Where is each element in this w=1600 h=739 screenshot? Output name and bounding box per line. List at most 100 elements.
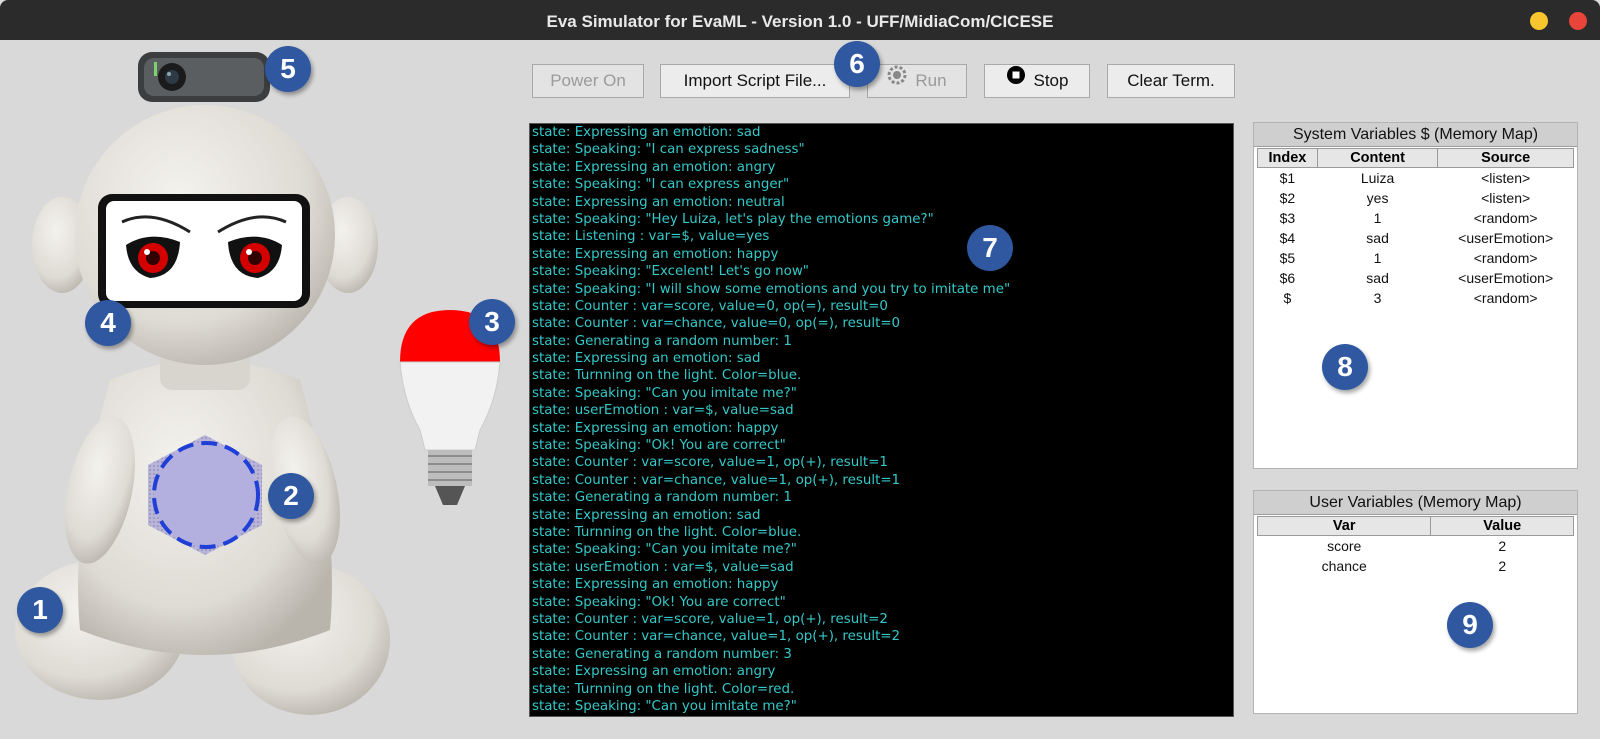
- close-button[interactable]: [1569, 12, 1587, 30]
- table-row[interactable]: score 2: [1258, 536, 1574, 557]
- table-cell: sad: [1366, 270, 1389, 286]
- system-variables-panel: System Variables $ (Memory Map) Index Con…: [1253, 122, 1578, 469]
- terminal-line: state: Generating a random number: 3: [532, 646, 792, 662]
- table-cell: <random>: [1473, 290, 1538, 306]
- terminal-line: state: Counter : var=score, value=1, op(…: [532, 611, 888, 627]
- eva-robot-illustration: [15, 105, 390, 715]
- terminal-line: state: Speaking: "Can you imitate me?": [532, 542, 797, 558]
- power-on-button[interactable]: Power On: [532, 64, 644, 98]
- badge-user-vars: 9: [1447, 602, 1493, 648]
- terminal-line: state: Expressing an emotion: angry: [532, 159, 776, 175]
- terminal-line: state: Speaking: "I will show some emoti…: [532, 281, 1011, 297]
- table-row[interactable]: $5 1 <random>: [1258, 248, 1574, 268]
- column-header[interactable]: Source: [1437, 148, 1574, 168]
- window-title: Eva Simulator for EvaML - Version 1.0 - …: [546, 12, 1054, 31]
- webcam-icon: [138, 52, 270, 102]
- terminal-line: state: Expressing an emotion: neutral: [532, 194, 785, 210]
- table-cell: yes: [1366, 190, 1389, 206]
- power-on-label: Power On: [550, 71, 626, 90]
- table-cell: $3: [1279, 210, 1296, 226]
- run-button[interactable]: Run: [867, 64, 967, 98]
- badge-system-vars: 8: [1322, 344, 1368, 390]
- minimize-button[interactable]: [1530, 12, 1548, 30]
- table-cell: 2: [1498, 558, 1507, 574]
- terminal-line: state: Counter : var=chance, value=1, op…: [532, 472, 901, 488]
- terminal-line: state: Turnning on the light. Color=red.: [532, 681, 795, 697]
- stop-button[interactable]: Stop: [984, 64, 1090, 98]
- terminal-line: state: Turnning on the light. Color=blue…: [532, 524, 802, 540]
- terminal-line: state: Counter : var=score, value=1, op(…: [532, 455, 888, 471]
- table-cell: chance: [1321, 558, 1367, 574]
- badge-robot: 1: [17, 587, 63, 633]
- terminal-line: state: Speaking: "Hey Luiza, let's play …: [532, 211, 934, 227]
- terminal-line: state: Listening : var=$, value=yes: [532, 229, 770, 245]
- table-cell: <random>: [1473, 210, 1538, 226]
- table-cell: 3: [1373, 290, 1382, 306]
- title-bar: Eva Simulator for EvaML - Version 1.0 - …: [0, 0, 1600, 40]
- column-header[interactable]: Var: [1256, 516, 1432, 536]
- table-cell: $: [1283, 290, 1292, 306]
- terminal-line: state: Speaking: "I can express anger": [532, 177, 790, 193]
- terminal-line: state: userEmotion : var=$, value=sad: [532, 403, 794, 419]
- terminal-line: state: Counter : var=score, value=0, op(…: [532, 298, 888, 314]
- badge-webcam: 5: [265, 46, 311, 92]
- terminal-line: state: Expressing an emotion: happy: [532, 577, 779, 593]
- table-cell: <userEmotion>: [1458, 230, 1554, 246]
- terminal-line: state: userEmotion : var=$, value=sad: [532, 559, 794, 575]
- user-variables-panel: User Variables (Memory Map) Var Value sco…: [1253, 490, 1578, 714]
- terminal-line: state: Speaking: "Ok! You are correct": [532, 594, 786, 610]
- import-label: Import Script File...: [683, 71, 827, 90]
- terminal-line: state: Speaking: "Can you imitate me?": [532, 698, 797, 714]
- import-script-button[interactable]: Import Script File...: [660, 64, 850, 98]
- table-cell: 2: [1498, 538, 1507, 554]
- column-header[interactable]: Content: [1316, 148, 1439, 168]
- terminal-line: state: Expressing an emotion: sad: [532, 351, 761, 367]
- badge-terminal: 7: [967, 225, 1013, 271]
- table-row[interactable]: $2 yes <listen>: [1258, 188, 1574, 208]
- badge-toolbar: 6: [834, 41, 880, 87]
- terminal-line: state: Expressing an emotion: sad: [532, 507, 761, 523]
- terminal-line: state: Expressing an emotion: angry: [532, 664, 776, 680]
- terminal-line: state: Speaking: "Can you imitate me?": [532, 385, 797, 401]
- table-cell: 1: [1373, 250, 1382, 266]
- clear-label: Clear Term.: [1127, 71, 1215, 90]
- badge-face: 4: [85, 300, 131, 346]
- system-variables-title: System Variables $ (Memory Map): [1254, 123, 1577, 147]
- run-gear-icon: [887, 64, 907, 96]
- table-cell: $1: [1279, 170, 1296, 186]
- terminal-line: state: Turnning on the light. Color=blue…: [532, 368, 802, 384]
- terminal-output[interactable]: state: Expressing an emotion: sad state: …: [529, 123, 1234, 717]
- table-row[interactable]: $1 Luiza <listen>: [1258, 168, 1574, 189]
- column-header[interactable]: Index: [1257, 148, 1318, 168]
- table-row[interactable]: $6 sad <userEmotion>: [1258, 268, 1574, 288]
- speaker-ring: [152, 441, 260, 549]
- table-row[interactable]: $4 sad <userEmotion>: [1258, 228, 1574, 248]
- table-cell: <listen>: [1481, 190, 1531, 206]
- table-row[interactable]: chance 2: [1258, 556, 1574, 576]
- table-cell: $4: [1279, 230, 1296, 246]
- system-variables-table: Index Content Source $1 Luiza <listen> $2 yes <…: [1257, 148, 1574, 308]
- table-row[interactable]: $3 1 <random>: [1258, 208, 1574, 228]
- table-row[interactable]: $3 <random>: [1258, 288, 1574, 308]
- terminal-line: state: Expressing an emotion: happy: [532, 246, 779, 262]
- run-label: Run: [915, 71, 947, 90]
- stop-label: Stop: [1033, 71, 1069, 90]
- table-cell: <random>: [1473, 250, 1538, 266]
- table-cell: <listen>: [1481, 170, 1531, 186]
- table-cell: $2: [1279, 190, 1296, 206]
- badge-bulb: 3: [469, 299, 515, 345]
- column-header[interactable]: Value: [1430, 516, 1574, 536]
- terminal-line: state: Expressing an emotion: sad: [532, 125, 761, 140]
- terminal-line: state: Expressing an emotion: happy: [532, 420, 779, 436]
- clear-terminal-button[interactable]: Clear Term.: [1107, 64, 1235, 98]
- table-cell: score: [1327, 538, 1362, 554]
- user-variables-table: Var Value score 2 chance 2: [1256, 516, 1574, 576]
- table-cell: Luiza: [1360, 170, 1395, 186]
- terminal-line: state: Generating a random number: 1: [532, 490, 792, 506]
- terminal-line: state: Speaking: "I can express sadness": [532, 142, 805, 158]
- table-cell: 1: [1373, 210, 1382, 226]
- table-cell: $5: [1279, 250, 1296, 266]
- terminal-line: state: Speaking: "Excelent! Let's go now…: [532, 264, 809, 280]
- table-cell: $6: [1279, 270, 1296, 286]
- stop-record-icon: [1006, 64, 1026, 96]
